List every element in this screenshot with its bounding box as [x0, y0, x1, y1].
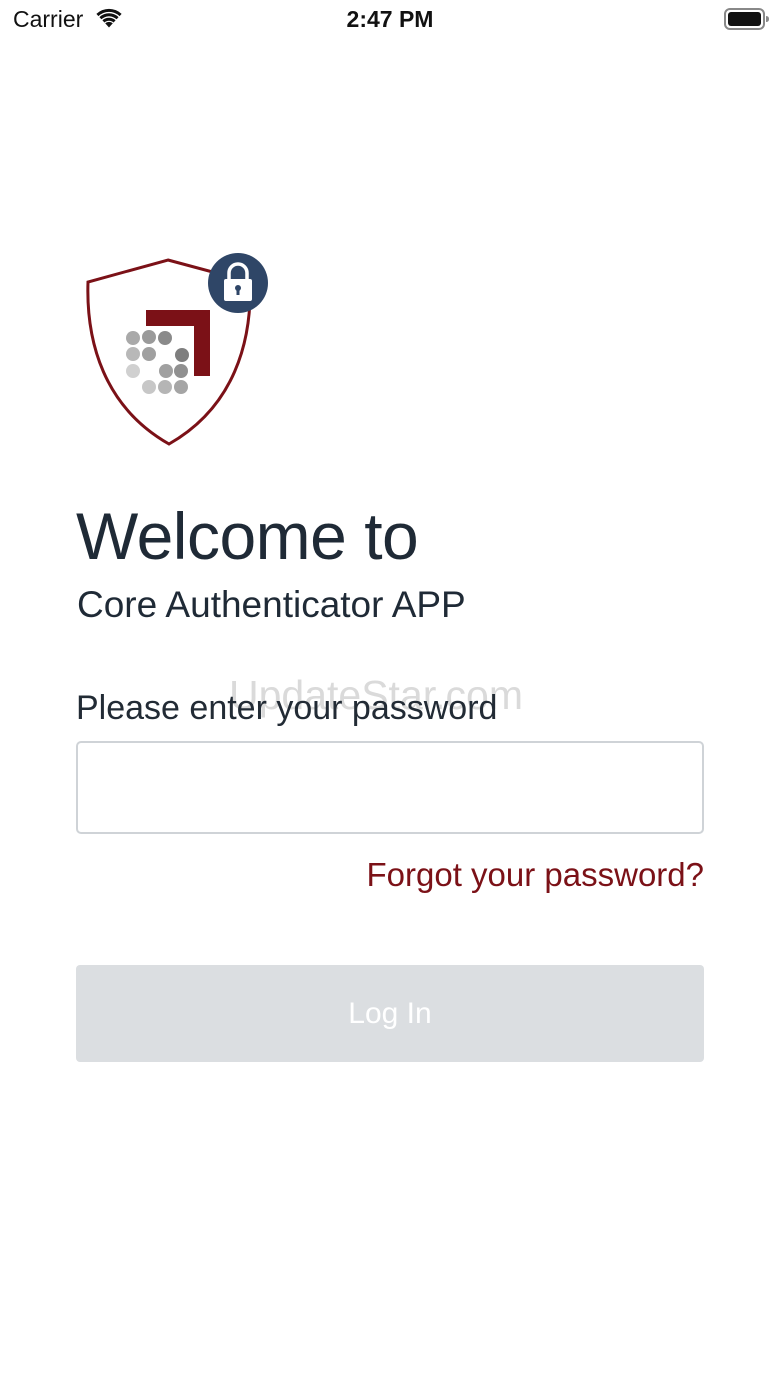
welcome-title: Welcome to: [76, 499, 419, 573]
status-bar: Carrier 2:47 PM: [0, 0, 780, 40]
forgot-password-link[interactable]: Forgot your password?: [367, 856, 705, 894]
battery-icon: [724, 8, 769, 30]
login-button[interactable]: Log In: [76, 965, 704, 1062]
login-screen: Carrier 2:47 PM Welcome to Core Authenti…: [0, 0, 780, 1387]
app-name-subtitle: Core Authenticator APP: [77, 584, 466, 625]
password-input[interactable]: [76, 741, 704, 834]
password-label: Please enter your password: [76, 689, 498, 727]
status-time: 2:47 PM: [346, 6, 434, 32]
shield-lock-logo: [86, 253, 268, 446]
